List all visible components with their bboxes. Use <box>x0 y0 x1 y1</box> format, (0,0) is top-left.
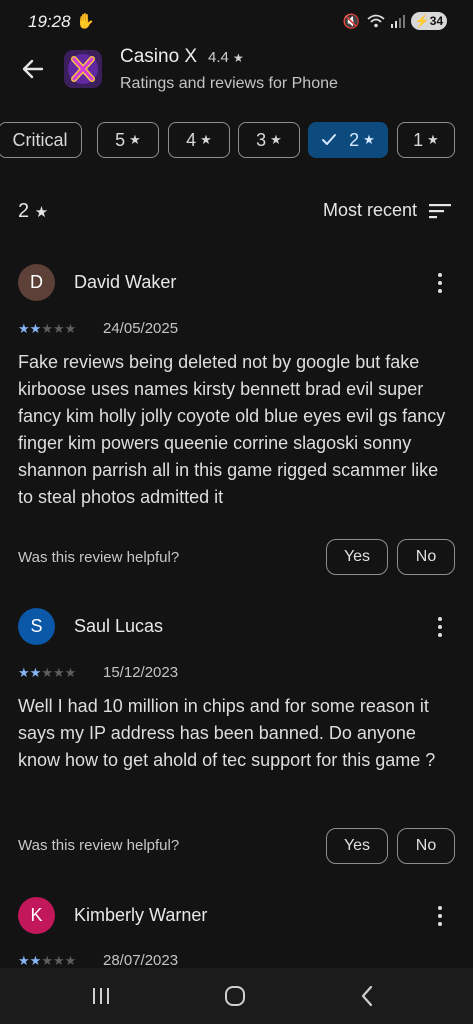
button-label: Yes <box>343 548 371 565</box>
chip-label: 1 <box>413 129 424 150</box>
chip-label: 2 <box>349 129 360 150</box>
chip-label: Critical <box>12 129 68 150</box>
avatar: S <box>18 608 55 645</box>
check-icon <box>322 134 337 145</box>
status-bar: 19:28 ✋ 🔇 ⚡ 34 <box>0 0 473 44</box>
chip-5-star[interactable]: 5 ★ <box>97 122 159 158</box>
casino-x-logo-icon <box>64 50 102 88</box>
avatar: K <box>18 897 55 934</box>
active-filter-label: 2 ★ <box>18 200 48 223</box>
sort-icon <box>429 203 451 218</box>
star-empty-icon: ★★★ <box>41 321 77 336</box>
star-icon: ★ <box>34 204 49 221</box>
star-icon: ★ <box>233 51 244 65</box>
status-icons: 🔇 ⚡ 34 <box>343 12 447 30</box>
review-card: K Kimberly Warner ★★★★★ 28/07/2023 <box>0 895 473 970</box>
app-icon <box>64 50 102 88</box>
filter-count-value: 2 <box>18 200 30 222</box>
avatar-initial: D <box>30 272 43 292</box>
reviewer-name: Kimberly Warner <box>74 905 208 925</box>
star-icon: ★ <box>200 132 212 147</box>
star-icon: ★ <box>363 132 375 147</box>
helpful-prompt: Was this review helpful? <box>18 549 180 566</box>
review-text: Well I had 10 million in chips and for s… <box>18 696 436 770</box>
star-filled-icon: ★★ <box>18 665 42 680</box>
more-options-button[interactable] <box>431 270 449 296</box>
chip-label: 5 <box>115 129 126 150</box>
chip-critical[interactable]: Critical <box>0 122 82 158</box>
home-button[interactable] <box>220 982 250 1010</box>
helpful-no-button[interactable]: No <box>397 539 455 575</box>
sort-button[interactable]: Most recent <box>323 200 451 221</box>
button-label: Yes <box>343 837 371 854</box>
review-date: 15/12/2023 <box>103 664 179 681</box>
page-subtitle: Ratings and reviews for Phone <box>120 75 338 92</box>
review-stars: ★★★★★ <box>18 321 76 337</box>
app-rating: 4.4 ★ <box>208 49 244 66</box>
sort-label: Most recent <box>322 200 417 220</box>
more-options-button[interactable] <box>431 903 449 929</box>
back-nav-button[interactable] <box>352 982 382 1010</box>
home-icon <box>225 986 245 1006</box>
review-text: Fake reviews being deleted not by google… <box>18 352 446 507</box>
star-icon: ★ <box>427 132 439 147</box>
signal-icon <box>391 15 405 28</box>
recent-apps-button[interactable] <box>86 982 116 1010</box>
back-button[interactable] <box>18 54 48 84</box>
app-rating-value: 4.4 <box>208 49 229 66</box>
star-icon: ★ <box>129 132 141 147</box>
star-filled-icon: ★★ <box>18 321 42 336</box>
chip-2-star[interactable]: 2 ★ <box>308 122 388 158</box>
more-vert-icon <box>438 617 442 621</box>
helpful-prompt: Was this review helpful? <box>18 837 180 854</box>
system-navigation-bar <box>0 968 473 1024</box>
helpful-yes-button[interactable]: Yes <box>326 539 388 575</box>
avatar-initial: S <box>30 616 43 636</box>
more-vert-icon <box>438 273 442 277</box>
chevron-left-icon <box>361 985 373 1007</box>
review-date: 28/07/2023 <box>103 952 179 969</box>
helpful-yes-button[interactable]: Yes <box>326 828 388 864</box>
review-card: S Saul Lucas ★★★★★ 15/12/2023 Well I had… <box>0 606 473 876</box>
button-label: No <box>415 548 437 565</box>
battery-level: 34 <box>429 14 444 28</box>
star-filled-icon: ★★ <box>18 953 42 968</box>
chip-label: 3 <box>256 129 267 150</box>
chip-3-star[interactable]: 3 ★ <box>238 122 300 158</box>
hand-icon: ✋ <box>76 13 95 30</box>
reviewer-name: Saul Lucas <box>74 616 164 636</box>
review-stars: ★★★★★ <box>18 953 76 969</box>
more-options-button[interactable] <box>431 614 449 640</box>
star-empty-icon: ★★★ <box>41 665 77 680</box>
chip-label: 4 <box>186 129 197 150</box>
review-stars: ★★★★★ <box>18 665 76 681</box>
star-icon: ★ <box>270 132 282 147</box>
battery-bolt-icon: ⚡ <box>414 14 430 28</box>
review-card: D David Waker ★★★★★ 24/05/2025 Fake revi… <box>0 262 473 582</box>
reviewer-name: David Waker <box>74 272 177 292</box>
arrow-back-icon <box>22 59 44 79</box>
avatar-initial: K <box>30 905 43 925</box>
review-date: 24/05/2025 <box>103 320 179 337</box>
battery-indicator: ⚡ 34 <box>411 12 447 30</box>
avatar: D <box>18 264 55 301</box>
star-empty-icon: ★★★ <box>41 953 77 968</box>
chip-4-star[interactable]: 4 ★ <box>168 122 230 158</box>
more-vert-icon <box>438 906 442 910</box>
rating-filter-chips: Critical 5 ★ 4 ★ 3 ★ 2 ★ 1 ★ <box>0 122 473 160</box>
helpful-no-button[interactable]: No <box>397 828 455 864</box>
status-time: 19:28 <box>28 12 71 31</box>
mute-icon: 🔇 <box>342 12 362 29</box>
wifi-icon <box>367 14 385 28</box>
chip-1-star[interactable]: 1 ★ <box>397 122 455 158</box>
app-title: Casino X <box>120 46 198 67</box>
recent-apps-icon <box>93 988 109 1004</box>
button-label: No <box>415 837 437 854</box>
